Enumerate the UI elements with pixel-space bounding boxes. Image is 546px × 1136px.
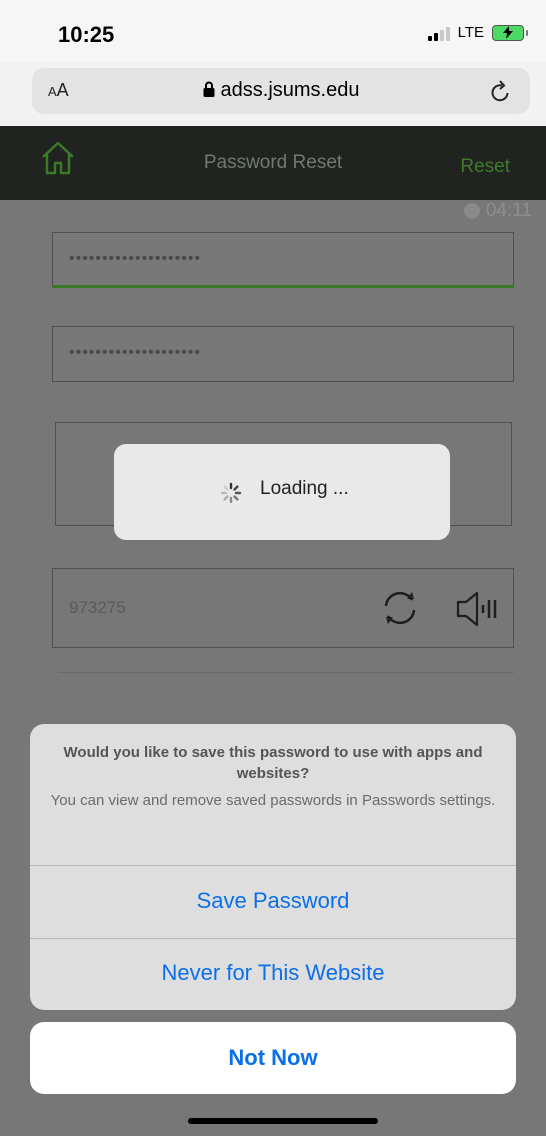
divider xyxy=(58,672,514,673)
sheet-message: You can view and remove saved passwords … xyxy=(50,792,496,809)
lock-icon xyxy=(203,81,215,97)
captcha-value: 973275 xyxy=(69,598,126,617)
confirm-password-value: •••••••••••••••••••• xyxy=(69,344,202,361)
save-password-sheet: Would you like to save this password to … xyxy=(30,724,516,1010)
refresh-icon[interactable] xyxy=(379,587,421,629)
clock-icon xyxy=(463,203,480,219)
status-indicators: LTE xyxy=(427,24,528,41)
spinner-icon xyxy=(220,482,242,504)
url-display[interactable]: adss.jsums.edu xyxy=(32,79,530,102)
battery-charging-icon xyxy=(492,24,528,41)
not-now-button[interactable]: Not Now xyxy=(30,1022,516,1094)
confirm-password-field[interactable]: •••••••••••••••••••• xyxy=(52,326,514,382)
address-bar[interactable]: AA adss.jsums.edu xyxy=(32,68,530,114)
status-time: 10:25 xyxy=(58,22,115,47)
reload-icon[interactable] xyxy=(490,79,512,103)
loading-indicator: Loading ... xyxy=(114,444,450,540)
loading-text: Loading ... xyxy=(260,478,349,499)
captcha-input[interactable]: 973275 xyxy=(52,568,514,648)
status-bar: 10:25 LTE xyxy=(0,0,546,62)
home-indicator[interactable] xyxy=(188,1118,378,1124)
never-for-this-website-button[interactable]: Never for This Website xyxy=(30,960,516,986)
timer-value: 04:11 xyxy=(485,200,532,221)
speaker-icon[interactable] xyxy=(455,589,499,629)
new-password-field[interactable]: •••••••••••••••••••• xyxy=(52,232,514,288)
reset-button[interactable]: Reset xyxy=(460,156,510,178)
session-timer: 04:11 xyxy=(463,200,532,222)
url-text: adss.jsums.edu xyxy=(220,79,360,101)
save-password-button[interactable]: Save Password xyxy=(30,888,516,914)
sheet-divider xyxy=(30,865,516,866)
sheet-divider xyxy=(30,938,516,939)
signal-icon xyxy=(427,25,450,41)
new-password-value: •••••••••••••••••••• xyxy=(69,250,202,267)
network-label: LTE xyxy=(457,24,484,41)
sheet-title: Would you like to save this password to … xyxy=(63,744,483,782)
